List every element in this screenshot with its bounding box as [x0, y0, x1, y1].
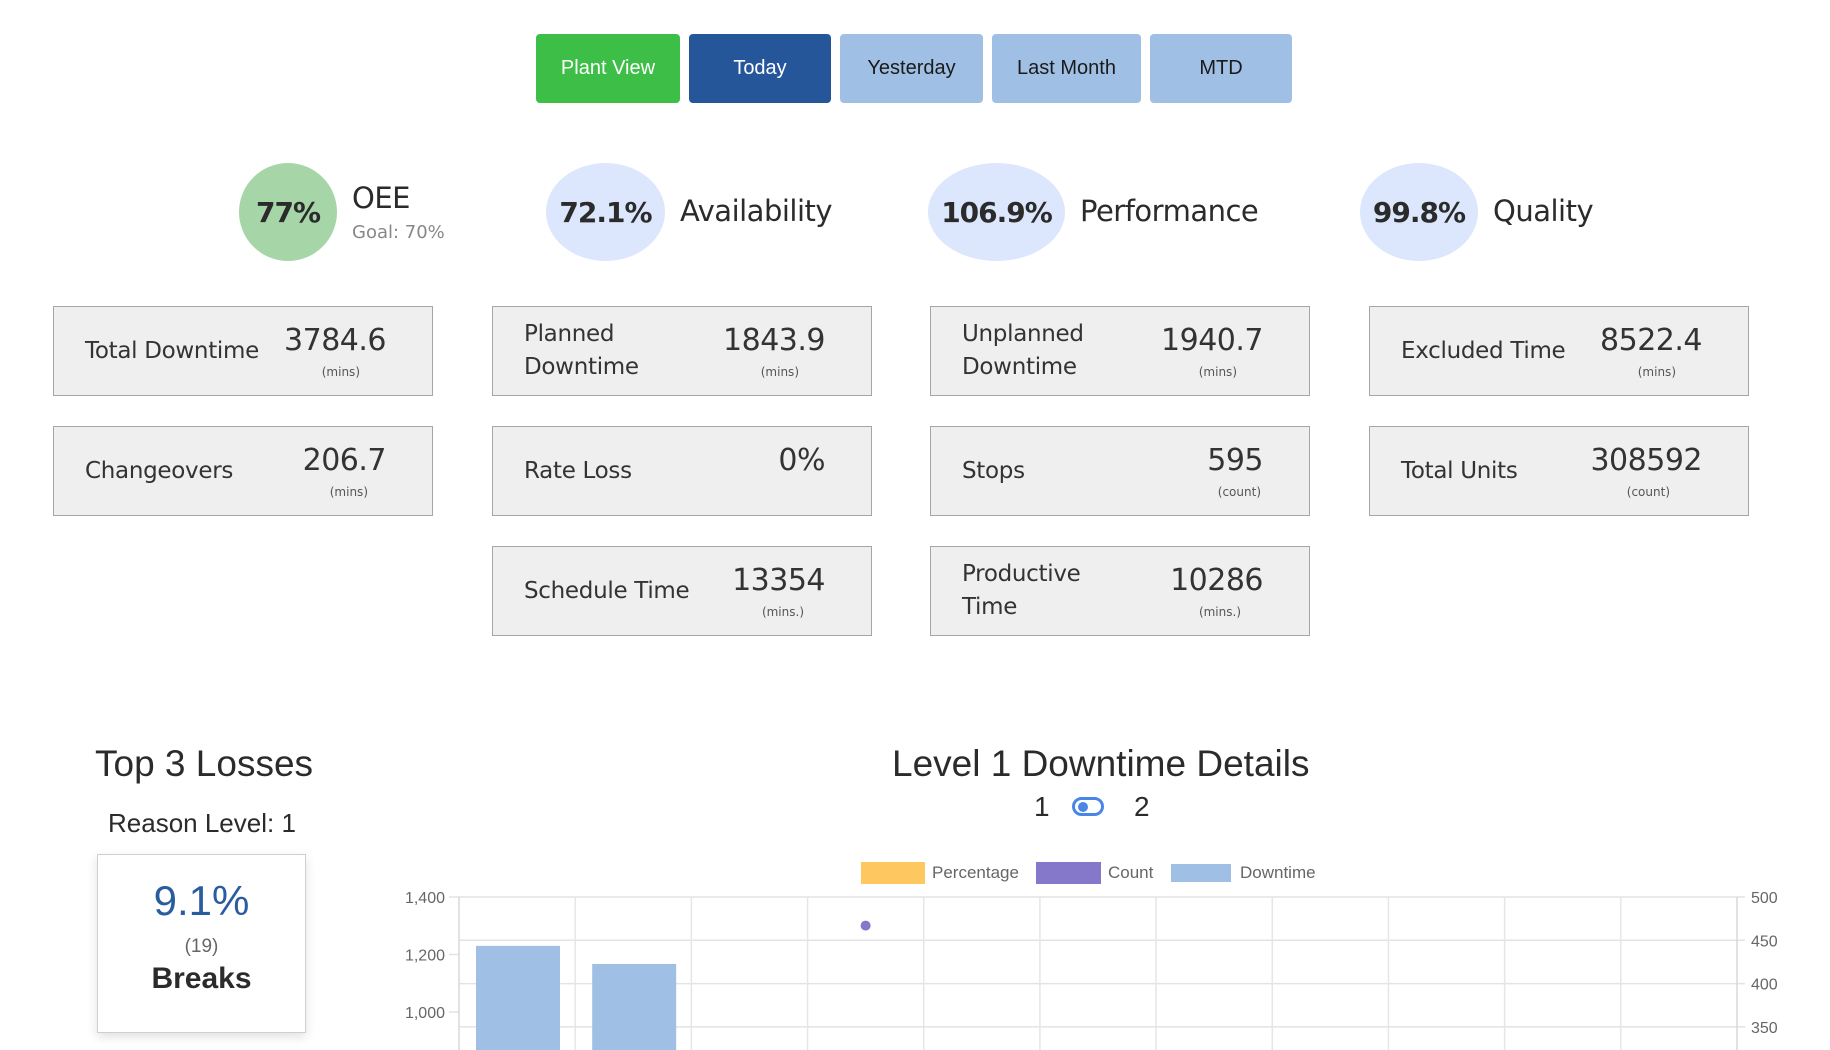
- card-value: 1940.7: [1161, 323, 1263, 358]
- card-value: 206.7: [302, 443, 387, 478]
- card-label: Total Downtime: [85, 337, 259, 364]
- card-label: Excluded Time: [1401, 337, 1566, 364]
- performance-label: Performance: [1080, 194, 1259, 228]
- card-unit: (mins.): [761, 605, 804, 619]
- loss-card[interactable]: 9.1% (19) Breaks: [97, 854, 306, 1033]
- unplanned-downtime-card: Unplanned Downtime 1940.7 (mins): [930, 306, 1310, 396]
- downtime-details-title: Level 1 Downtime Details: [892, 743, 1310, 784]
- loss-percent: 9.1%: [153, 877, 250, 924]
- card-value: 308592: [1590, 443, 1702, 478]
- oee-goal: Goal: 70%: [352, 222, 445, 243]
- card-unit: (mins): [760, 365, 799, 379]
- card-label: Unplanned Downtime: [962, 321, 1084, 380]
- legend-label-percentage[interactable]: Percentage: [932, 863, 1019, 883]
- loss-count: (19): [184, 936, 219, 957]
- excluded-time-card: Excluded Time 8522.4 (mins): [1369, 306, 1749, 396]
- card-label: Changeovers: [85, 457, 234, 484]
- count-point: [860, 920, 871, 931]
- card-unit: (mins.): [1198, 605, 1241, 619]
- right-axis-tick-label: 500: [1751, 890, 1778, 907]
- card-value: 10286: [1170, 563, 1263, 598]
- card-label: Planned Downtime: [524, 321, 639, 380]
- downtime-bar: [476, 945, 560, 1050]
- level-toggle-right-label: 2: [1134, 791, 1150, 822]
- card-unit: (mins): [1198, 365, 1237, 379]
- card-unit: (mins): [321, 365, 360, 379]
- mtd-button[interactable]: MTD: [1150, 34, 1292, 103]
- changeovers-card: Changeovers 206.7 (mins): [53, 426, 433, 516]
- performance-value-circle: 106.9%: [928, 163, 1065, 261]
- yesterday-button[interactable]: Yesterday: [840, 34, 983, 103]
- card-value: 13354: [732, 563, 825, 598]
- top-losses-title: Top 3 Losses: [95, 743, 314, 784]
- total-downtime-card: Total Downtime 3784.6 (mins): [53, 306, 433, 396]
- toggle-knob: [1078, 802, 1088, 812]
- card-unit: (mins): [329, 485, 368, 499]
- legend-swatch-percentage[interactable]: [861, 862, 925, 884]
- card-value: 0%: [778, 443, 825, 478]
- card-label: Schedule Time: [524, 577, 690, 604]
- reason-level-label: Reason Level: 1: [108, 808, 296, 838]
- left-axis-tick-label: 1,400: [405, 890, 445, 907]
- last-month-button[interactable]: Last Month: [992, 34, 1141, 103]
- planned-downtime-card: Planned Downtime 1843.9 (mins): [492, 306, 872, 396]
- card-value: 595: [1207, 443, 1263, 478]
- oee-label: OEE: [352, 181, 410, 215]
- card-label: Stops: [962, 457, 1025, 484]
- right-axis-tick-label: 400: [1751, 977, 1778, 994]
- downtime-bar: [592, 963, 677, 1050]
- legend-swatch-count[interactable]: [1036, 862, 1101, 884]
- plant-view-button[interactable]: Plant View: [536, 34, 680, 103]
- card-value: 1843.9: [723, 323, 825, 358]
- stops-card: Stops 595 (count): [930, 426, 1310, 516]
- quality-value-circle: 99.8%: [1360, 163, 1478, 261]
- right-axis-tick-label: 450: [1751, 933, 1778, 950]
- card-unit: (mins): [1637, 365, 1676, 379]
- legend-swatch-downtime[interactable]: [1171, 864, 1231, 882]
- rate-loss-card: Rate Loss 0%: [492, 426, 872, 516]
- card-label: Productive Time: [962, 561, 1081, 620]
- card-value: 8522.4: [1600, 323, 1702, 358]
- quality-label: Quality: [1493, 194, 1594, 228]
- left-axis-tick-label: 1,200: [405, 948, 445, 965]
- card-label: Rate Loss: [524, 457, 632, 484]
- loss-name: Breaks: [151, 962, 252, 995]
- right-axis-tick-label: 350: [1751, 1020, 1778, 1037]
- total-units-card: Total Units 308592 (count): [1369, 426, 1749, 516]
- legend-label-downtime[interactable]: Downtime: [1240, 863, 1316, 883]
- card-unit: (count): [1217, 485, 1261, 499]
- schedule-time-card: Schedule Time 13354 (mins.): [492, 546, 872, 636]
- level-toggle-switch[interactable]: [1072, 797, 1104, 816]
- card-label: Total Units: [1401, 457, 1518, 484]
- card-unit: (count): [1626, 485, 1670, 499]
- oee-value-circle: 77%: [239, 163, 337, 261]
- card-value: 3784.6: [284, 323, 386, 358]
- productive-time-card: Productive Time 10286 (mins.): [930, 546, 1310, 636]
- left-axis-tick-label: 1,000: [405, 1005, 445, 1022]
- availability-value-circle: 72.1%: [546, 163, 665, 261]
- legend-label-count[interactable]: Count: [1108, 863, 1153, 883]
- today-button[interactable]: Today: [689, 34, 831, 103]
- level-toggle-left-label: 1: [1034, 791, 1050, 822]
- availability-label: Availability: [680, 194, 833, 228]
